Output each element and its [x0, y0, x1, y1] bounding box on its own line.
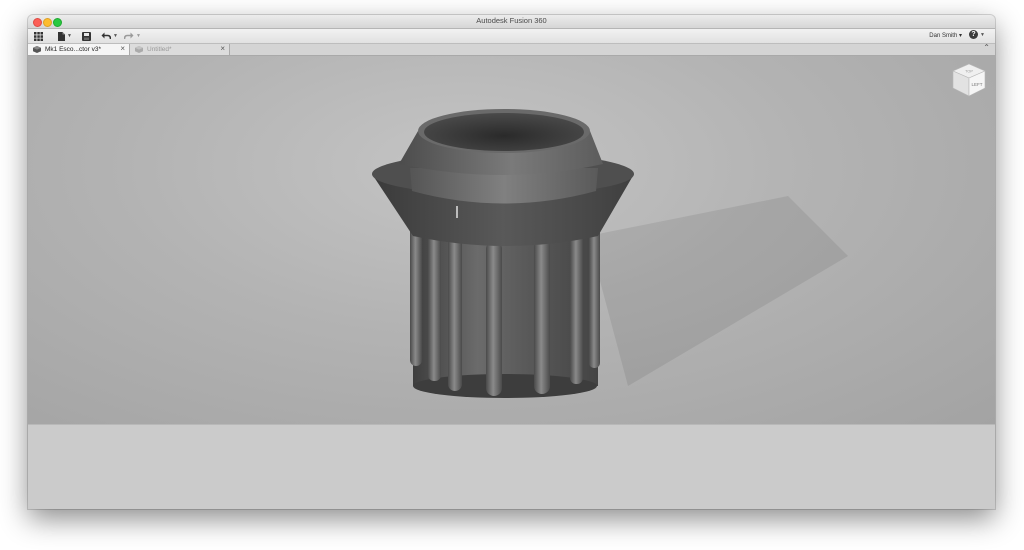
grid-icon	[34, 31, 43, 41]
document-tab[interactable]: Untitled* ×	[130, 44, 230, 55]
collapse-toolbar-icon[interactable]: ⌃	[983, 43, 990, 52]
lower-panel	[28, 424, 995, 509]
title-bar: Autodesk Fusion 360	[28, 15, 995, 29]
chevron-down-icon: ▼	[136, 33, 141, 39]
help-button[interactable]: ? ▼	[969, 30, 985, 39]
help-icon: ?	[969, 30, 979, 39]
tab-label: Untitled*	[147, 46, 172, 53]
save-icon	[82, 31, 91, 41]
view-cube-face-label: LEFT	[971, 82, 982, 87]
design-icon	[33, 46, 41, 53]
redo-icon	[124, 32, 134, 40]
file-menu-button[interactable]: ▼	[58, 30, 72, 42]
chevron-down-icon: ▼	[980, 31, 985, 38]
chevron-down-icon: ▼	[67, 33, 72, 39]
chevron-down-icon: ▼	[113, 33, 118, 39]
document-tab[interactable]: Mk1 Esco...ctor v3* ×	[28, 44, 130, 55]
file-icon	[58, 31, 65, 41]
3d-model[interactable]	[28, 56, 995, 424]
document-tab-bar: Mk1 Esco...ctor v3* × Untitled* × ⌃	[28, 43, 995, 56]
close-tab-icon[interactable]: ×	[120, 44, 125, 53]
redo-button[interactable]: ▼	[124, 30, 141, 42]
save-button[interactable]	[82, 30, 91, 42]
design-icon	[135, 46, 143, 53]
undo-button[interactable]: ▼	[101, 30, 118, 42]
view-cube[interactable]: TOP LEFT	[951, 62, 987, 103]
tab-label: Mk1 Esco...ctor v3*	[45, 46, 101, 53]
view-cube-top-label: TOP	[965, 70, 973, 74]
app-window: Autodesk Fusion 360 ▼ ▼ ▼ Dan Smith ▾ ? …	[28, 15, 995, 509]
toolbar: ▼ ▼ ▼ Dan Smith ▾ ? ▼	[28, 29, 995, 44]
close-tab-icon[interactable]: ×	[220, 44, 225, 53]
undo-icon	[101, 32, 111, 40]
user-menu[interactable]: Dan Smith ▾	[929, 32, 962, 39]
window-title: Autodesk Fusion 360	[476, 16, 547, 25]
3d-viewport[interactable]: TOP LEFT	[28, 56, 995, 424]
data-panel-button[interactable]	[34, 30, 43, 42]
